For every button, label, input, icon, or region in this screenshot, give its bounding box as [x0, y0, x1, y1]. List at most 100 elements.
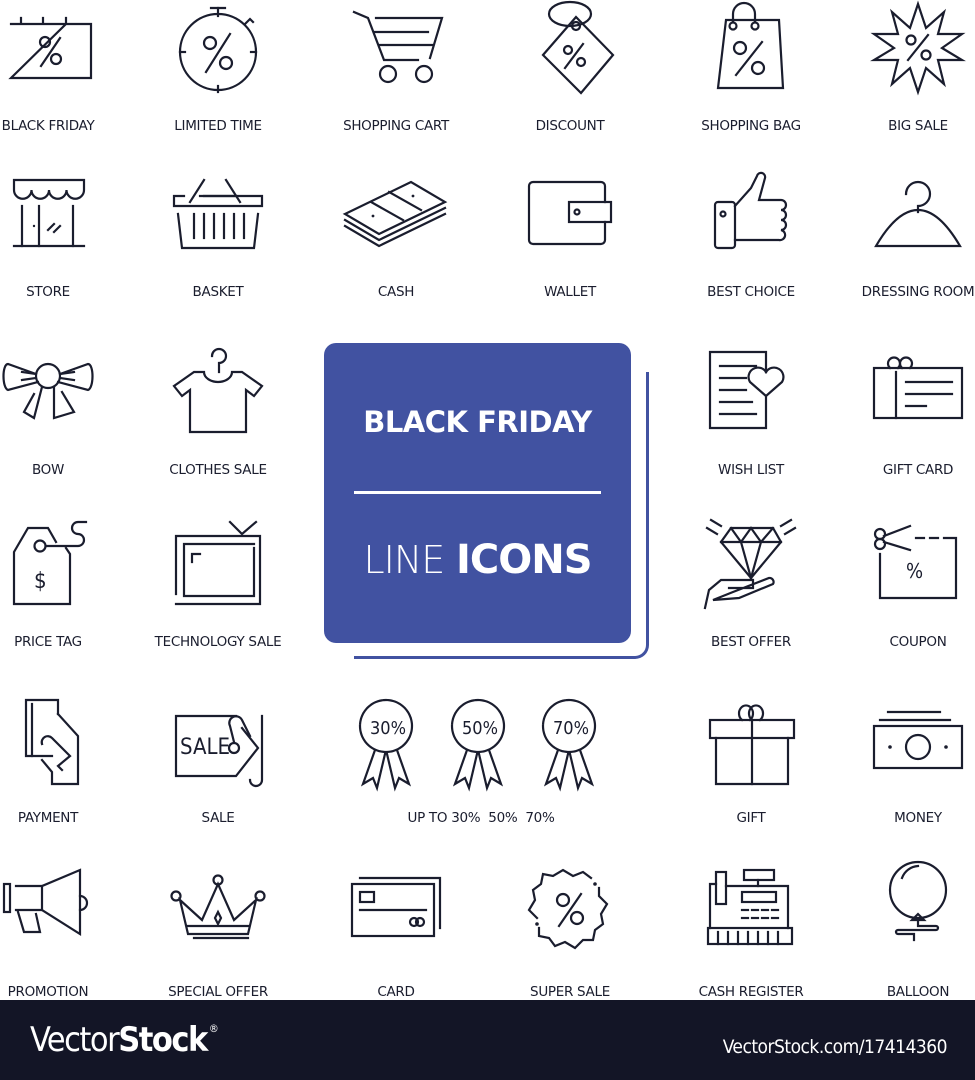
badge-title: BLACK FRIDAY	[363, 405, 592, 439]
icon-basket: BASKET	[133, 176, 303, 336]
basket-icon	[172, 178, 264, 250]
wallet-icon	[527, 180, 613, 246]
icon-shopping-cart: SHOPPING CART	[311, 4, 481, 164]
shopping-bag-icon	[716, 1, 785, 90]
icon-clothes-sale: CLOTHES SALE	[133, 344, 303, 504]
icon-payment: PAYMENT	[0, 696, 133, 856]
icon-up-to: 30% 50% 70% UP TO 30% 50% 70%	[311, 696, 651, 856]
icon-gift: GIFT	[666, 696, 836, 856]
calendar-percent-icon	[8, 16, 93, 80]
icon-balloon: BALLOON	[833, 860, 975, 1020]
icon-discount: DISCOUNT	[485, 0, 655, 160]
cash-register-icon	[706, 868, 794, 946]
crown-icon	[170, 874, 266, 940]
icon-label: WISH LIST	[718, 462, 784, 478]
thumbs-up-icon	[713, 171, 788, 250]
icon-shopping-bag: SHOPPING BAG	[666, 0, 836, 160]
icon-label: GIFT CARD	[882, 462, 954, 478]
icon-best-offer: BEST OFFER	[666, 512, 836, 672]
wish-list-icon	[708, 350, 785, 430]
icon-big-sale: BIG SALE	[833, 0, 975, 160]
cash-stack-icon	[342, 180, 448, 248]
icon-label: LIMITED TIME	[174, 118, 262, 134]
image-reference-link[interactable]: VectorStock.com/17414360	[723, 1036, 948, 1058]
icon-label: PROMOTION	[7, 984, 89, 1000]
watermark-footer: VectorStock ® VectorStock.com/17414360	[0, 1000, 975, 1080]
icon-label: CLOTHES SALE	[169, 462, 267, 478]
icon-sale: SALE SALE	[133, 696, 303, 856]
icon-technology-sale: TECHNOLOGY SALE	[133, 520, 303, 680]
shopping-cart-icon	[352, 10, 444, 84]
icon-label: CASH REGISTER	[698, 984, 804, 1000]
icon-label: WALLET	[544, 284, 596, 300]
storefront-icon	[12, 178, 86, 248]
icon-label: PAYMENT	[17, 810, 79, 826]
seal-percent-icon	[527, 868, 609, 950]
icon-label: BIG SALE	[888, 118, 948, 134]
icon-limited-time: LIMITED TIME	[133, 4, 303, 164]
shirt-hanger-icon	[172, 347, 264, 434]
icon-label: CARD	[377, 984, 415, 1000]
discount-tag-icon	[541, 0, 615, 95]
registered-mark: ®	[208, 1022, 219, 1035]
icon-label: PRICE TAG	[14, 634, 82, 650]
gift-box-icon	[708, 704, 796, 786]
ribbon-30-icon: 30%	[358, 698, 414, 792]
tv-icon	[174, 520, 262, 606]
icon-label: CASH	[377, 284, 415, 300]
icon-label: GIFT	[736, 810, 766, 826]
sale-tag-text: SALE	[180, 735, 230, 760]
icon-wallet: WALLET	[485, 176, 655, 336]
icon-wish-list: WISH LIST	[666, 344, 836, 504]
sale-tag-icon: SALE	[174, 714, 264, 788]
icon-label: DISCOUNT	[535, 118, 605, 134]
coupon-scissors-icon: %	[873, 524, 958, 600]
icon-label: SPECIAL OFFER	[168, 984, 268, 1000]
card-hand-icon	[24, 698, 80, 786]
icon-label: COUPON	[889, 634, 947, 650]
icon-dressing-room: DRESSING ROOM	[833, 176, 975, 336]
icon-label: BLACK FRIDAY	[1, 118, 95, 134]
icon-label: DRESSING ROOM	[861, 284, 975, 300]
badge-subtitle: LINE ICONS	[324, 537, 631, 583]
icon-label: STORE	[26, 284, 70, 300]
icon-cash: CASH	[311, 176, 481, 336]
award-ribbons-icon: 30% 50% 70%	[358, 698, 597, 792]
ribbon-70-icon: 70%	[541, 698, 597, 792]
megaphone-icon	[2, 868, 89, 936]
brand-light: Vector	[30, 1020, 120, 1060]
icon-black-friday: BLACK FRIDAY	[0, 4, 133, 164]
starburst-percent-icon	[870, 0, 966, 96]
icon-best-choice: BEST CHOICE	[666, 170, 836, 330]
svg-text:$: $	[34, 569, 47, 594]
badge-subtitle-light: LINE	[363, 538, 445, 582]
svg-text:%: %	[906, 559, 923, 583]
icon-label: SUPER SALE	[530, 984, 610, 1000]
icon-label: BOW	[31, 462, 65, 478]
banknote-icon	[872, 710, 964, 770]
diamond-hand-icon	[703, 518, 797, 610]
icon-label: SHOPPING CART	[343, 118, 449, 134]
icon-coupon: % COUPON	[833, 520, 975, 680]
icon-label: BEST OFFER	[711, 634, 791, 650]
icon-label: BEST CHOICE	[707, 284, 795, 300]
icon-label: SHOPPING BAG	[701, 118, 801, 134]
icon-label: TECHNOLOGY SALE	[154, 634, 282, 650]
stopwatch-percent-icon	[178, 6, 258, 94]
ribbon-label: 50%	[462, 718, 498, 739]
badge-subtitle-bold: ICONS	[456, 537, 593, 583]
icon-gift-card: GIFT CARD	[833, 352, 975, 512]
icon-label: BALLOON	[886, 984, 950, 1000]
ribbon-label: 30%	[370, 718, 406, 739]
ribbon-label: 70%	[553, 718, 589, 739]
price-tag-icon: $	[12, 520, 88, 606]
icon-label: SALE	[201, 810, 235, 826]
brand-logo[interactable]: VectorStock ®	[30, 1020, 219, 1060]
badge-divider	[354, 491, 601, 494]
balloon-icon	[888, 860, 948, 942]
gift-card-icon	[872, 356, 964, 420]
credit-card-icon	[350, 876, 442, 938]
icon-money: MONEY	[833, 696, 975, 856]
icon-label: UP TO 30% 50% 70%	[407, 810, 555, 826]
icon-label: MONEY	[894, 810, 942, 826]
